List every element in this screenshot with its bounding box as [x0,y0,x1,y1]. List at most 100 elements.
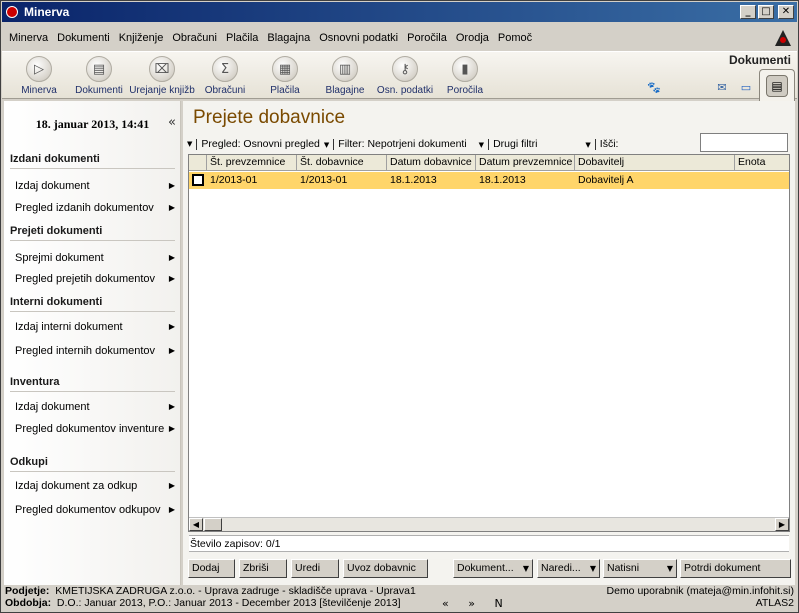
sidebar-item-pregled-internih[interactable]: Pregled internih dokumentov ▶ [15,345,175,357]
horizontal-scrollbar[interactable]: ◀ ▶ [189,517,789,531]
database-name: ATLAS2 [755,597,794,609]
key-icon: ⚷ [392,56,418,82]
sidebar-item-izdaj-dokument[interactable]: Izdaj dokument ▶ [15,180,175,192]
keyboard-icon[interactable]: ▭ [738,82,754,94]
add-button[interactable]: Dodaj [188,559,235,578]
sidebar-item-label: Izdaj dokument [15,401,90,413]
toolbar-urejanje-knjizb-button[interactable]: ⌧ Urejanje knjižb [128,56,196,96]
company-name: KMETIJSKA ZADRUGA z.o.o. - Uprava zadrug… [55,585,416,597]
filter-select[interactable]: Filter: Nepotrjeni dokumenti ▼ [338,138,484,150]
play-icon: ▷ [26,56,52,82]
maximize-button[interactable]: □ [758,5,774,19]
menu-dokumenti[interactable]: Dokumenti [57,32,110,44]
sidebar-item-pregled-prejetih[interactable]: Pregled prejetih dokumentov ▶ [15,273,175,285]
sidebar-item-pregled-inventure[interactable]: Pregled dokumentov inventure ▶ [15,423,175,435]
table-header: Št. prevzemnice Št. dobavnice Datum doba… [189,155,789,171]
period-label: Obdobja: [5,597,52,609]
new-period-icon[interactable]: N [494,597,502,610]
toolbar-label: Minerva [21,85,57,96]
period-info: Obdobja: D.O.: Januar 2013, P.O.: Januar… [5,597,401,609]
filter-menu-dropdown[interactable]: ▼ [187,140,192,148]
toolbar-porocila-button[interactable]: ▮ Poročila [433,56,497,96]
separator [594,138,596,150]
toolbar-label: Blagajne [325,85,365,96]
status-bar: Podjetje: KMETIJSKA ZADRUGA z.o.o. - Upr… [2,585,797,612]
next-period-icon[interactable]: » [468,597,475,610]
sidebar-item-sprejmi-dokument[interactable]: Sprejmi dokument ▶ [15,252,175,264]
payment-icon: ▦ [272,56,298,82]
column-header[interactable]: Datum dobavnice [387,155,476,170]
menu-knjizenje[interactable]: Knjiženje [119,32,164,44]
paw-icon[interactable]: 🐾 [646,82,662,94]
menu-minerva[interactable]: Minerva [9,32,48,44]
view-select[interactable]: Pregled: Osnovni pregled ▼ [201,138,329,150]
sidebar-item-label: Sprejmi dokument [15,252,104,264]
search-input[interactable] [700,133,788,152]
previous-period-icon[interactable]: « [442,597,449,610]
print-button[interactable]: Natisni ▼ [603,559,677,578]
scroll-left-icon[interactable]: ◀ [189,518,203,531]
row-checkbox-cell [189,172,207,189]
create-menu-button[interactable]: Naredi... ▼ [537,559,600,578]
column-header[interactable]: Št. dobavnice [297,155,387,170]
column-header[interactable]: Datum prevzemnice [476,155,575,170]
column-header[interactable]: Št. prevzemnice [207,155,297,170]
sidebar-item-label: Pregled internih dokumentov [15,345,156,357]
sidebar-item-label: Izdaj interni dokument [15,321,123,333]
bar-chart-icon: ▮ [452,56,478,82]
section-inventura: Inventura [10,376,175,392]
scroll-thumb[interactable] [204,518,222,531]
current-date: 18. januar 2013, 14:41 [35,116,150,131]
confirm-document-button[interactable]: Potrdi dokument [680,559,791,578]
toolbar-obracuni-button[interactable]: Σ Obračuni [193,56,257,96]
filter-select-label: Filter: Nepotrjeni dokumenti [338,138,467,150]
sidebar-item-label: Izdaj dokument [15,180,90,192]
collapse-sidebar-icon[interactable]: « [168,115,176,130]
mail-icon[interactable]: ✉ [714,82,730,94]
menu-porocila[interactable]: Poročila [407,32,447,44]
document-tab-icon: ▤ [766,74,788,97]
toolbar-placila-button[interactable]: ▦ Plačila [253,56,317,96]
menu-placila[interactable]: Plačila [226,32,258,44]
sidebar-item-label: Izdaj dokument za odkup [15,480,138,492]
row-checkbox[interactable] [192,174,204,186]
import-delivery-notes-button[interactable]: Uvoz dobavnic [343,559,428,578]
company-info: Podjetje: KMETIJSKA ZADRUGA z.o.o. - Upr… [5,585,416,597]
table-row[interactable]: 1/2013-01 1/2013-01 18.1.2013 18.1.2013 … [189,172,789,189]
menu-obracuni[interactable]: Obračuni [172,32,217,44]
toolbar-label: Poročila [446,85,484,96]
toolbar-blagajne-button[interactable]: ▥ Blagajne [313,56,377,96]
tab-dokumenti[interactable]: ▤ [759,69,795,101]
minimize-button[interactable]: _ [740,5,756,19]
other-filters-select[interactable]: Drugi filtri ▼ [493,138,591,150]
document-menu-button[interactable]: Dokument... ▼ [453,559,533,578]
sidebar-item-pregled-izdanih[interactable]: Pregled izdanih dokumentov ▶ [15,202,175,214]
action-bar: Dodaj Zbriši Uredi Uvoz dobavnic Dokumen… [183,559,795,579]
arrow-right-icon: ▶ [168,346,175,355]
sidebar-item-label: Pregled izdanih dokumentov [15,202,154,214]
column-header[interactable]: Dobavitelj [575,155,735,170]
table-cell: 1/2013-01 [300,174,348,186]
menu-blagajna[interactable]: Blagajna [267,32,310,44]
toolbar-osn-podatki-button[interactable]: ⚷ Osn. podatki [373,56,437,96]
delete-button[interactable]: Zbriši [239,559,287,578]
scroll-right-icon[interactable]: ▶ [775,518,789,531]
toolbar-label: Osn. podatki [376,85,434,96]
sidebar-item-izdaj-interni[interactable]: Izdaj interni dokument ▶ [15,321,175,333]
arrow-right-icon: ▶ [168,481,175,490]
table-cell: 18.1.2013 [390,174,437,186]
menu-orodja[interactable]: Orodja [456,32,489,44]
sidebar-item-izdaj-dokument-inventura[interactable]: Izdaj dokument ▶ [15,401,175,413]
menu-osnovni-podatki[interactable]: Osnovni podatki [319,32,398,44]
menu-pomoc[interactable]: Pomoč [498,32,532,44]
toolbar: ▷ Minerva ▤ Dokumenti ⌧ Urejanje knjižb … [2,51,797,101]
sidebar-item-izdaj-odkup[interactable]: Izdaj dokument za odkup ▶ [15,480,175,492]
toolbar-minerva-button[interactable]: ▷ Minerva [7,56,71,96]
close-button[interactable]: ✕ [778,5,794,19]
current-user: Demo uporabnik (mateja@min.infohit.si) [606,585,794,597]
toolbar-dokumenti-button[interactable]: ▤ Dokumenti [67,56,131,96]
edit-button[interactable]: Uredi [291,559,339,578]
period-navigation: « » N [442,597,519,610]
sidebar-item-pregled-odkupov[interactable]: Pregled dokumentov odkupov ▶ [15,504,175,516]
column-header[interactable]: Enota [735,155,789,170]
